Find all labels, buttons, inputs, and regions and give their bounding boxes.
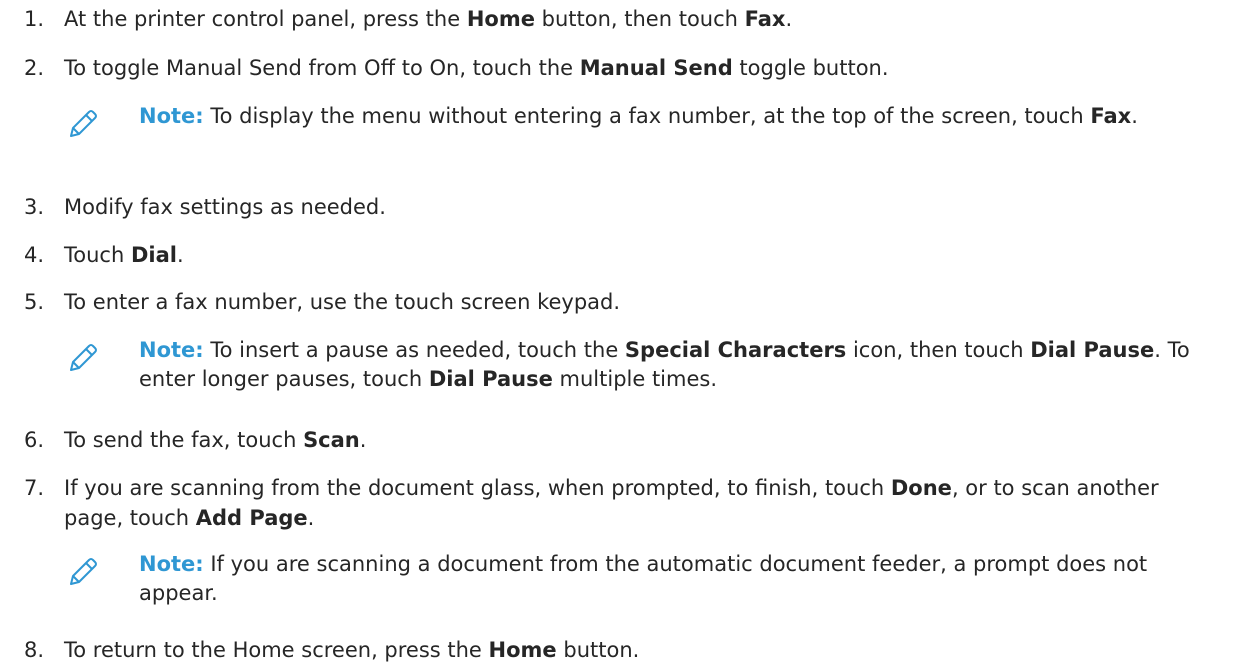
fax-ref: Fax (1090, 104, 1132, 128)
manual-send-ref: Manual Send (579, 56, 733, 80)
dial-pause-ref: Dial Pause (1030, 338, 1155, 362)
fax-ref: Fax (744, 7, 786, 31)
pencil-icon (66, 340, 100, 374)
step-text: To enter a fax number, use the touch scr… (64, 290, 621, 314)
add-page-ref: Add Page (195, 506, 308, 530)
step-number: 6. (24, 428, 45, 452)
step-text: Touch Dial. (64, 243, 184, 267)
pencil-icon (66, 554, 100, 588)
pencil-icon (66, 106, 100, 140)
step-number: 5. (24, 290, 45, 314)
note-label: Note: (139, 338, 204, 362)
step-text: Modify fax settings as needed. (64, 195, 386, 219)
step-text: To toggle Manual Send from Off to On, to… (64, 56, 889, 80)
step-text: At the printer control panel, press the … (64, 7, 793, 31)
note-text: Note: To insert a pause as needed, touch… (139, 338, 1190, 391)
note-label: Note: (139, 104, 204, 128)
step-text: If you are scanning from the document gl… (64, 476, 1159, 530)
step-number: 4. (24, 243, 45, 267)
step-number: 8. (24, 638, 45, 662)
note-text: Note: To display the menu without enteri… (139, 104, 1138, 128)
step-number: 3. (24, 195, 45, 219)
dial-pause-ref: Dial Pause (428, 367, 553, 391)
step-number: 1. (24, 7, 45, 31)
step-number: 7. (24, 476, 45, 500)
home-button-ref: Home (466, 7, 535, 31)
home-button-ref: Home (488, 638, 557, 662)
step-text: To return to the Home screen, press the … (64, 638, 640, 662)
dial-ref: Dial (130, 243, 177, 267)
note-text: Note: If you are scanning a document fro… (139, 552, 1148, 605)
special-characters-ref: Special Characters (624, 338, 847, 362)
note-label: Note: (139, 552, 204, 576)
step-number: 2. (24, 56, 45, 80)
step-text: To send the fax, touch Scan. (64, 428, 367, 452)
done-ref: Done (890, 476, 952, 500)
scan-ref: Scan (303, 428, 360, 452)
